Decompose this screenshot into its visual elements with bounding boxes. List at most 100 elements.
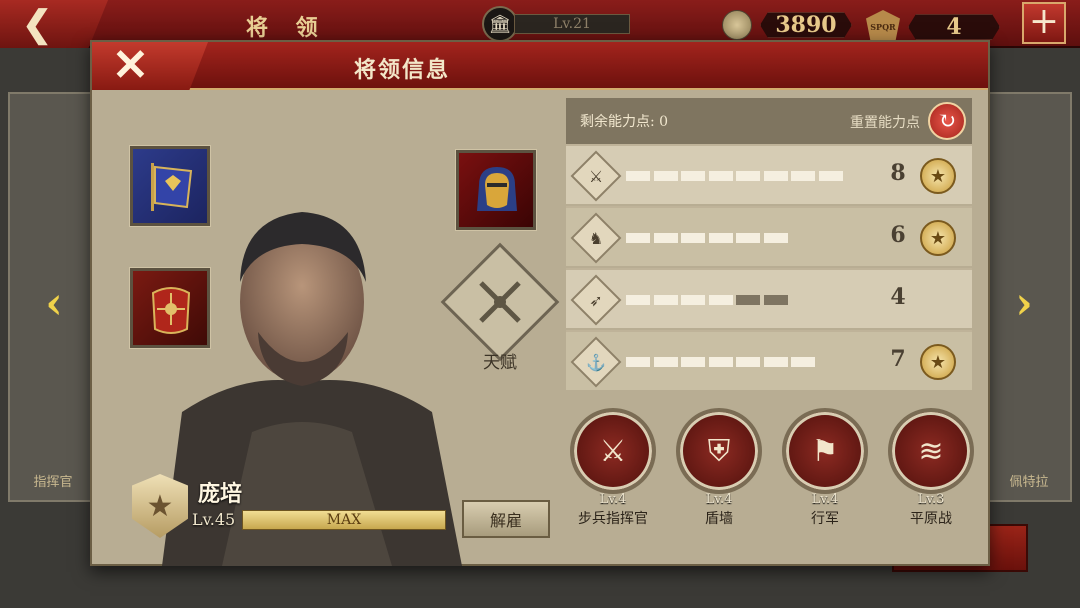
coin-value: 3890 xyxy=(760,12,852,38)
coin-counter[interactable]: 3890 xyxy=(722,10,852,40)
sword-icon: ⚔ xyxy=(570,150,622,202)
points-row: 剩余能力点: 0 重置能力点 ↻ xyxy=(566,98,972,144)
stat-glyph: ⚓ xyxy=(586,352,606,372)
general-level: Lv.45 xyxy=(192,510,236,529)
stat-bar-segment xyxy=(681,295,705,305)
stat-bar-segment xyxy=(818,171,843,181)
stat-bar xyxy=(626,357,846,367)
skill-badge: ⛨ xyxy=(676,408,762,494)
crossed-swords-icon: ⚔ xyxy=(599,433,627,469)
xp-label: MAX xyxy=(326,512,362,528)
stat-bar-segment xyxy=(736,357,760,367)
stat-bar-segment xyxy=(708,295,733,305)
prev-general-name: 指挥官 xyxy=(33,475,73,490)
stat-bar-segment xyxy=(653,233,678,243)
add-resource-button[interactable]: + xyxy=(1022,2,1066,44)
page-title: 将 领 xyxy=(246,15,328,41)
plus-icon: + xyxy=(1028,1,1060,42)
skill-item[interactable]: ≋ Lv.3 平原战 xyxy=(886,408,976,527)
skill-level: Lv.3 xyxy=(917,492,945,507)
spqr-icon: SPQR xyxy=(866,10,900,44)
stat-bar xyxy=(626,233,846,243)
stat-bar-segment xyxy=(626,233,650,243)
skill-name: 行军 xyxy=(811,511,839,527)
stat-bar-segment xyxy=(681,171,705,181)
stat-bar-segment xyxy=(736,233,760,243)
marching-icon: ⚑ xyxy=(811,433,839,469)
medal-icon: ★ xyxy=(920,158,956,194)
stat-row[interactable]: ♞ 6 ★ xyxy=(566,206,972,266)
skill-name: 平原战 xyxy=(910,511,952,527)
stat-bar-segment xyxy=(708,233,733,243)
chevron-left-icon: ❮ xyxy=(22,3,53,45)
anchor-icon: ⚓ xyxy=(570,336,622,388)
stat-row[interactable]: ⚓ 7 ★ xyxy=(566,330,972,390)
stat-value: 7 xyxy=(890,346,906,372)
remaining-points: 剩余能力点: 0 xyxy=(580,114,669,130)
close-button[interactable]: ✕ xyxy=(92,42,208,90)
medal-icon: ★ xyxy=(920,220,956,256)
close-icon: ✕ xyxy=(112,40,149,91)
stat-bar-segment xyxy=(653,171,678,181)
skill-level: Lv.4 xyxy=(811,492,839,507)
skill-item[interactable]: ⚑ Lv.4 行军 xyxy=(780,408,870,527)
stat-bar xyxy=(626,171,846,181)
stat-bar-segment xyxy=(681,357,705,367)
stat-glyph: ♞ xyxy=(588,228,604,248)
refresh-icon: ↻ xyxy=(937,108,957,134)
stat-bar-segment xyxy=(626,357,650,367)
skill-badge: ≋ xyxy=(888,408,974,494)
reset-label: 重置能力点 xyxy=(850,115,920,131)
dismiss-button[interactable]: 解雇 xyxy=(462,500,550,538)
stat-bar xyxy=(626,295,846,305)
city-level[interactable]: 🏛 Lv.21 xyxy=(482,6,630,42)
prev-arrow-icon[interactable]: ‹ xyxy=(36,280,72,328)
horse-icon: ♞ xyxy=(570,212,622,264)
skill-item[interactable]: ⛨ Lv.4 盾墙 xyxy=(674,408,764,527)
stat-glyph: ⚔ xyxy=(588,166,604,186)
star-rank-icon: ★ xyxy=(132,474,188,538)
stat-bar-segment xyxy=(708,357,733,367)
stat-value: 4 xyxy=(890,284,906,310)
panel-header: ✕ 将领信息 xyxy=(92,42,988,90)
skill-level: Lv.4 xyxy=(599,492,627,507)
panel-title: 将领信息 xyxy=(353,57,450,83)
coin-icon xyxy=(722,10,752,40)
stat-bar-segment xyxy=(763,295,788,305)
skill-item[interactable]: ⚔ Lv.4 步兵指挥官 xyxy=(568,408,658,527)
city-level-value: Lv.21 xyxy=(514,14,630,34)
temple-icon: 🏛 xyxy=(482,6,518,42)
skill-badge: ⚔ xyxy=(570,408,656,494)
stats-panel: 剩余能力点: 0 重置能力点 ↻ ⚔ 8 ★ ♞ 6 ★ ➶ 4 ⚓ 7 ★ xyxy=(566,98,972,390)
stat-bar-segment xyxy=(763,171,788,181)
stat-bar-segment xyxy=(763,357,788,367)
shield-wall-icon: ⛨ xyxy=(707,433,731,469)
spqr-counter[interactable]: SPQR 4 xyxy=(866,10,1000,44)
stat-value: 8 xyxy=(890,160,906,186)
stat-bar-segment xyxy=(626,171,650,181)
stat-bar-segment xyxy=(736,295,760,305)
bow-icon: ➶ xyxy=(570,274,622,326)
next-general-name: 佩特拉 xyxy=(1009,475,1049,490)
stat-bar-segment xyxy=(763,233,788,243)
stat-bar-segment xyxy=(791,357,815,367)
stat-bar-segment xyxy=(653,295,678,305)
stat-bar-segment xyxy=(791,171,815,181)
stat-row[interactable]: ➶ 4 xyxy=(566,268,972,328)
general-name: 庞培 xyxy=(198,481,243,507)
medal-icon: ★ xyxy=(920,344,956,380)
xp-bar: MAX xyxy=(242,510,446,530)
skill-name: 盾墙 xyxy=(705,511,733,527)
stat-bar-segment xyxy=(681,233,705,243)
stat-bar-segment xyxy=(708,171,733,181)
next-arrow-icon[interactable]: › xyxy=(1006,280,1042,328)
skill-name: 步兵指挥官 xyxy=(578,511,648,527)
skill-level: Lv.4 xyxy=(705,492,733,507)
general-info-panel: ✕ 将领信息 天赋 ★ 庞培 Lv.45 MAX 解雇 剩余能力点: 0 重置能… xyxy=(90,40,990,566)
reset-button[interactable]: ↻ xyxy=(928,102,966,140)
stat-glyph: ➶ xyxy=(589,290,603,310)
plains-icon: ≋ xyxy=(918,433,944,469)
stat-value: 6 xyxy=(890,222,906,248)
stat-row[interactable]: ⚔ 8 ★ xyxy=(566,144,972,204)
stat-bar-segment xyxy=(653,357,678,367)
